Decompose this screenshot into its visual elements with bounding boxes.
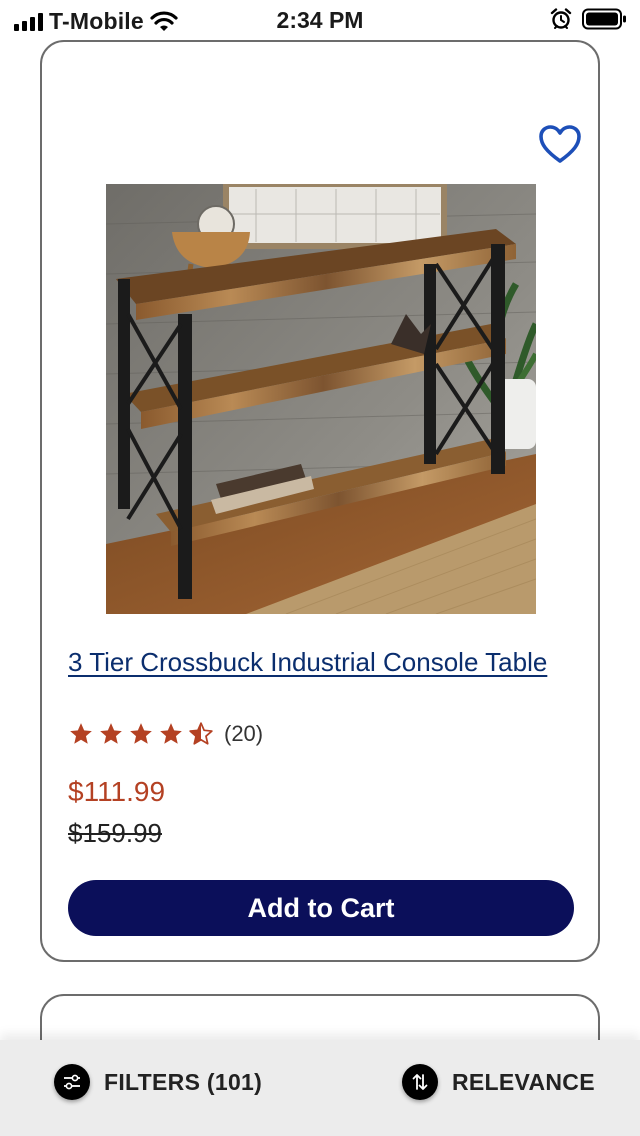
sale-price: $111.99 (68, 776, 166, 807)
status-time: 2:34 PM (276, 7, 364, 33)
sort-arrows-icon (402, 1064, 438, 1100)
console-table-photo-icon (106, 184, 536, 614)
star-half-icon (189, 722, 213, 745)
rating-stars: (20) (68, 721, 263, 747)
product-card[interactable]: 3 Tier Crossbuck Industrial Console Tabl… (40, 40, 600, 962)
battery-icon (582, 8, 626, 30)
star-filled-icon (130, 723, 152, 744)
status-right (550, 8, 628, 30)
status-bar: T-Mobile 2:34 PM (0, 0, 640, 40)
filters-button[interactable]: FILTERS (101) (54, 1064, 262, 1100)
original-price: $159.99 (68, 818, 162, 848)
sliders-icon (54, 1064, 90, 1100)
star-filled-icon (70, 723, 92, 744)
heart-outline-icon[interactable] (538, 124, 582, 164)
rating-count: (20) (224, 721, 264, 746)
star-filled-icon (160, 723, 182, 744)
sort-button[interactable]: RELEVANCE (402, 1064, 595, 1100)
product-image[interactable] (106, 184, 536, 614)
star-filled-icon (100, 723, 122, 744)
filters-label: FILTERS (101) (104, 1068, 263, 1095)
bottom-action-bar: FILTERS (101) RELEVANCE (0, 1040, 640, 1136)
add-to-cart-button[interactable]: Add to Cart (68, 880, 574, 936)
sort-label: RELEVANCE (452, 1068, 595, 1095)
alarm-clock-icon (550, 8, 572, 29)
product-title-link[interactable]: 3 Tier Crossbuck Industrial Console Tabl… (68, 645, 558, 679)
